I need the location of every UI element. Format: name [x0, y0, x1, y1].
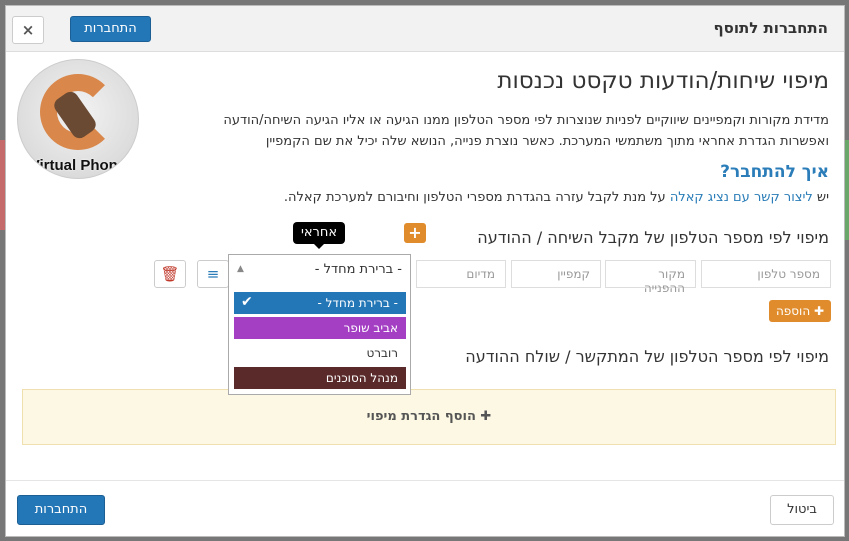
page-title: מיפוי שיחות/הודעות טקסט נכנסות [497, 68, 829, 94]
add-receiver-mapping-button[interactable]: + [404, 223, 426, 243]
responsible-select-value: - ברירת מחדל - [314, 262, 402, 277]
responsible-tooltip: אחראי [293, 222, 345, 249]
option-label: מנהל הסוכנים [325, 371, 398, 385]
dropdown-option[interactable]: מנהל הסוכנים [234, 367, 406, 389]
logo-text: Virtual Phone [29, 157, 127, 174]
menu-lines-icon[interactable]: ≡ [197, 260, 229, 288]
check-icon: ✔ [241, 294, 253, 310]
campaign-field[interactable]: קמפיין [511, 260, 601, 288]
add-mapping-label: הוסף הגדרת מיפוי [366, 409, 476, 424]
close-button[interactable]: × [12, 16, 44, 44]
connect-button-bottom[interactable]: התחברות [17, 495, 105, 525]
option-label: - ברירת מחדל - [317, 296, 398, 310]
dropdown-option[interactable]: רוברט [234, 342, 406, 364]
phone-number-field[interactable]: מספר טלפון [701, 260, 831, 288]
how-suffix: על מנת לקבל עזרה בהגדרת מספרי הטלפון וחי… [283, 190, 670, 205]
virtual-phone-logo: Virtual Phone [17, 59, 139, 179]
how-to-connect-text: יש ליצור קשר עם נציג קאלה על מנת לקבל עז… [284, 190, 829, 205]
responsible-dropdown: - ברירת מחדל - ✔ אביב שופר רוברט מנהל הס… [228, 285, 411, 395]
referral-source-field[interactable]: מקור ההפנייה [605, 260, 696, 295]
modal-title: התחברות לתוסף [713, 19, 828, 37]
contact-rep-link[interactable]: ליצור קשר עם נציג קאלה [670, 190, 813, 205]
description-line: ואפשרות הגדרת אחראי מתוך משתמשי המערכת. … [265, 134, 829, 149]
description-line: מדידת מקורות וקמפיינים שיווקיים לפניות ש… [223, 113, 829, 128]
caret-up-icon: ▲ [237, 264, 244, 274]
medium-field[interactable]: מדיום [416, 260, 506, 288]
connect-button-top[interactable]: התחברות [70, 16, 151, 42]
trash-icon[interactable]: 🗑 [154, 260, 186, 288]
description: מדידת מקורות וקמפיינים שיווקיים לפניות ש… [189, 110, 829, 152]
add-row-label: הוספה [775, 304, 811, 318]
modal-header: התחברות לתוסף × התחברות [6, 6, 844, 52]
how-to-connect-title: איך להתחבר? [720, 162, 829, 182]
cancel-button[interactable]: ביטול [770, 495, 834, 525]
responsible-select[interactable]: - ברירת מחדל - ▲ [228, 254, 411, 285]
add-mapping-button[interactable]: ✚ הוסף הגדרת מיפוי [22, 389, 836, 445]
plugin-connect-modal: התחברות לתוסף × התחברות Virtual Phone מי… [5, 5, 845, 537]
how-prefix: יש [812, 190, 829, 205]
option-label: רוברט [366, 346, 398, 360]
dropdown-option[interactable]: אביב שופר [234, 317, 406, 339]
dropdown-option[interactable]: - ברירת מחדל - ✔ [234, 292, 406, 314]
section-title-caller: מיפוי לפי מספר הטלפון של המתקשר / שולח ה… [465, 347, 829, 366]
option-label: אביב שופר [343, 321, 398, 335]
add-row-button[interactable]: ✚ הוספה [769, 300, 831, 322]
footer-divider [6, 480, 844, 481]
section-title-receiver: מיפוי לפי מספר הטלפון של מקבל השיחה / הה… [477, 228, 829, 247]
